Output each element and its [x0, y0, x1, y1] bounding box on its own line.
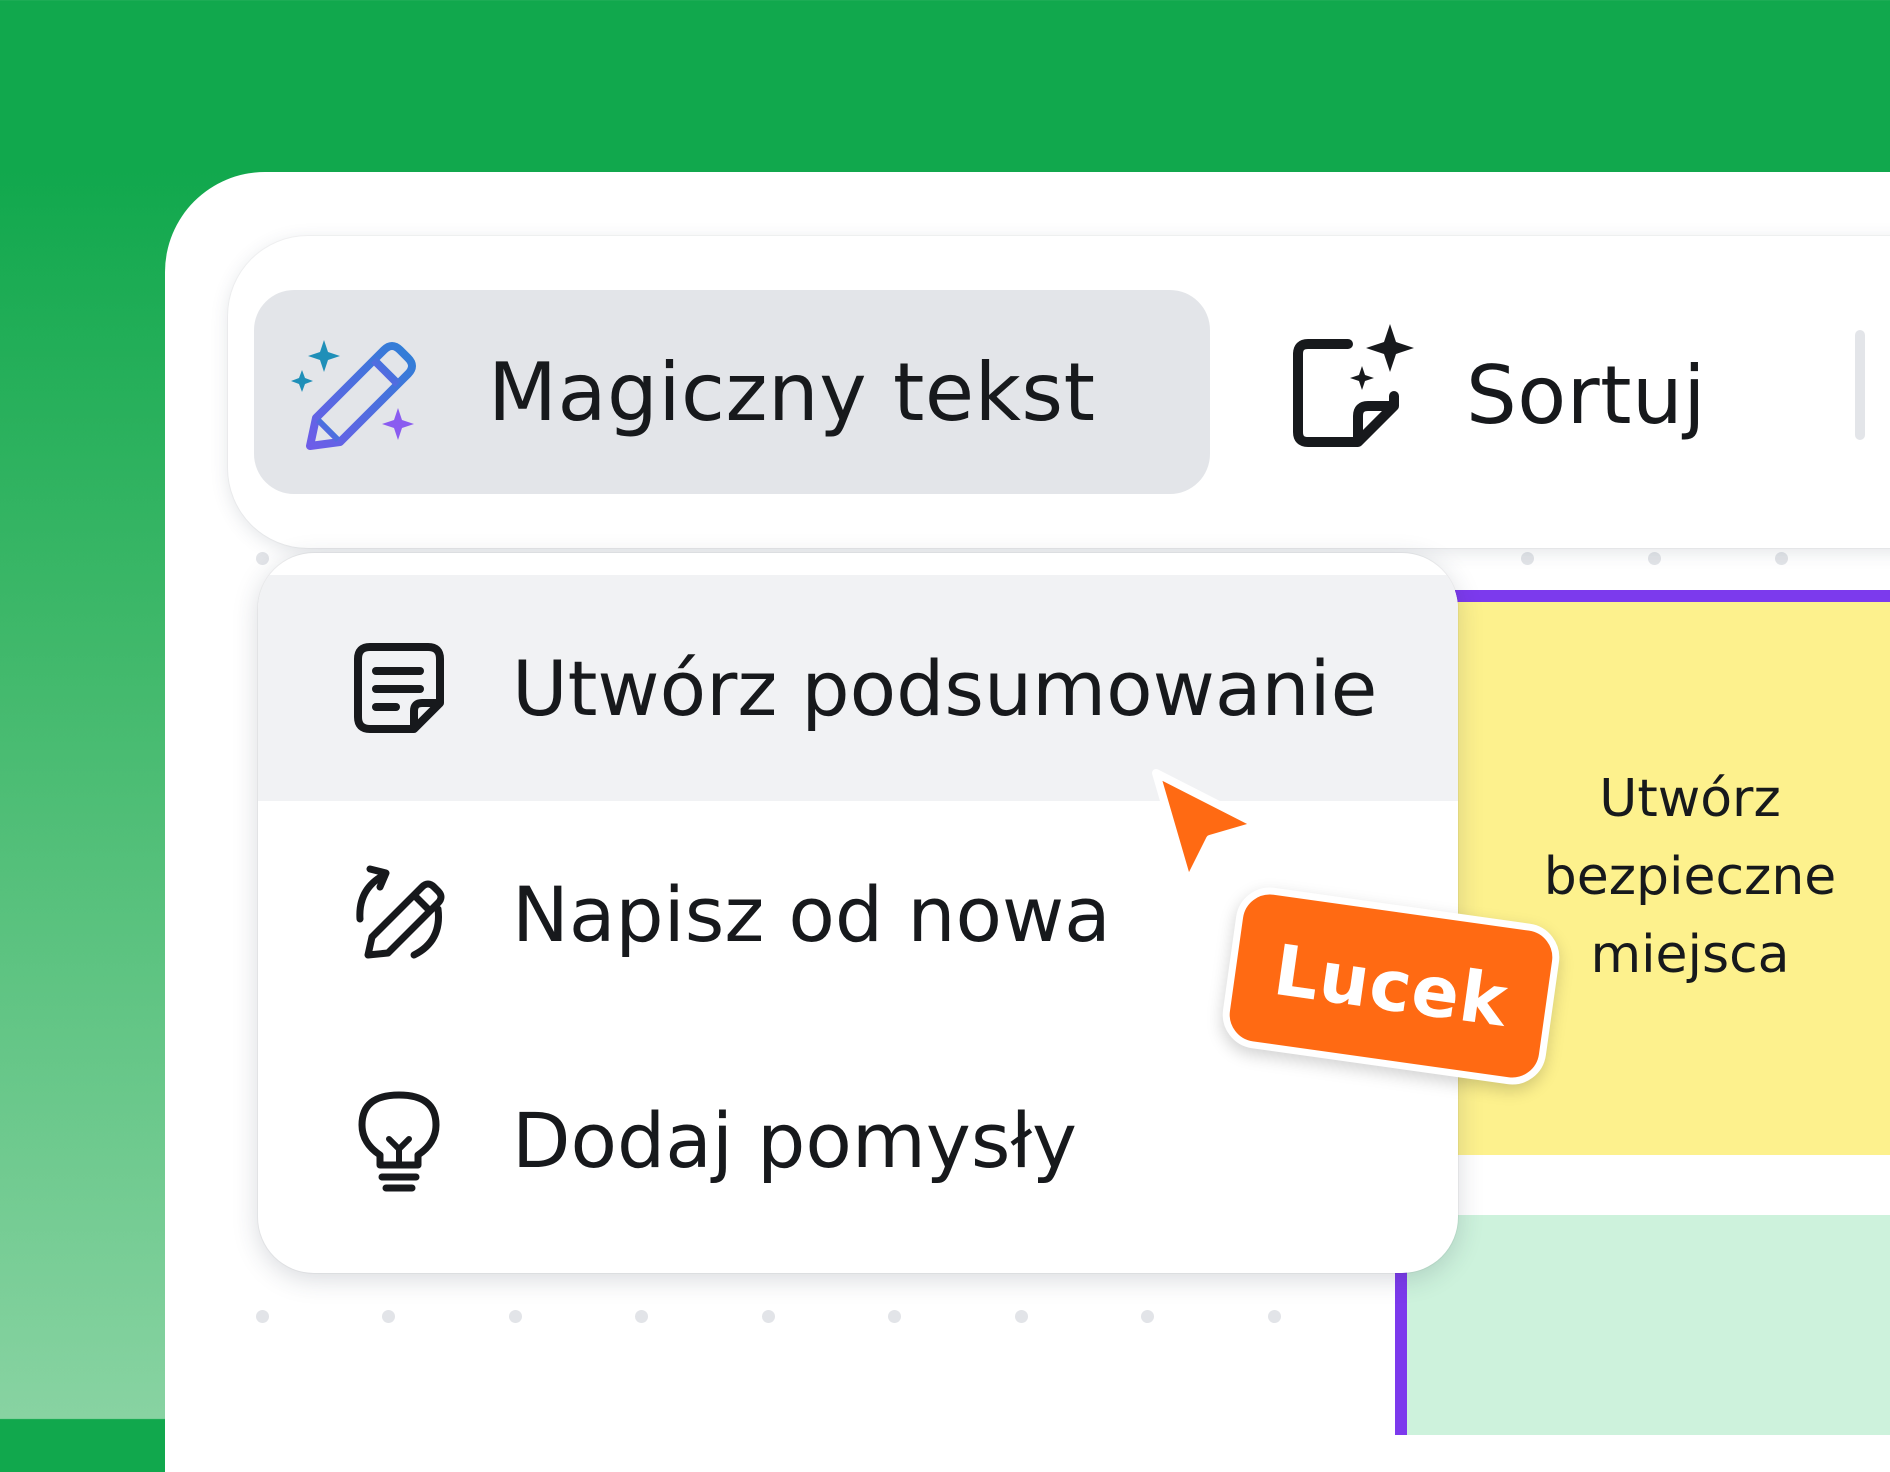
magic-text-label: Magiczny tekst: [488, 345, 1096, 439]
canvas-dot: [888, 1310, 901, 1323]
menu-item-label: Utwórz podsumowanie: [512, 643, 1378, 733]
sort-sticky-sparkle-icon: [1278, 322, 1418, 462]
canvas-dot: [1268, 1310, 1281, 1323]
menu-item-add-ideas[interactable]: Dodaj pomysły: [258, 1027, 1458, 1253]
canvas-dot: [1141, 1310, 1154, 1323]
canvas-dot: [256, 552, 269, 565]
canvas-dot: [1521, 552, 1534, 565]
canvas-dot: [509, 1310, 522, 1323]
rewrite-pencil-icon: [344, 859, 454, 969]
sticky-note-line-1: Utwórz: [1599, 769, 1781, 829]
canvas-dot: [1015, 1310, 1028, 1323]
canvas-dot: [635, 1310, 648, 1323]
magic-pencil-icon: [288, 328, 418, 458]
summary-note-icon: [344, 633, 454, 743]
toolbar-divider: [1855, 330, 1865, 440]
canvas-gap: [1455, 1155, 1890, 1215]
menu-item-label: Napisz od nowa: [512, 869, 1111, 959]
menu-item-label: Dodaj pomysły: [512, 1095, 1078, 1185]
canvas-dot: [762, 1310, 775, 1323]
canvas-dot: [1775, 552, 1788, 565]
magic-text-button[interactable]: Magiczny tekst: [254, 290, 1210, 494]
canvas-dot: [382, 1310, 395, 1323]
canvas-dot: [256, 1310, 269, 1323]
sticky-note-line-2: bezpieczne: [1543, 847, 1837, 907]
collaborator-cursor-arrow: [1148, 765, 1268, 895]
lightbulb-icon: [344, 1085, 454, 1195]
canvas-dot: [1648, 552, 1661, 565]
menu-item-create-summary[interactable]: Utwórz podsumowanie: [258, 575, 1458, 801]
collaborator-name: Lucek: [1268, 929, 1514, 1043]
sticky-note-green[interactable]: [1395, 1215, 1890, 1435]
sort-label: Sortuj: [1466, 348, 1706, 442]
